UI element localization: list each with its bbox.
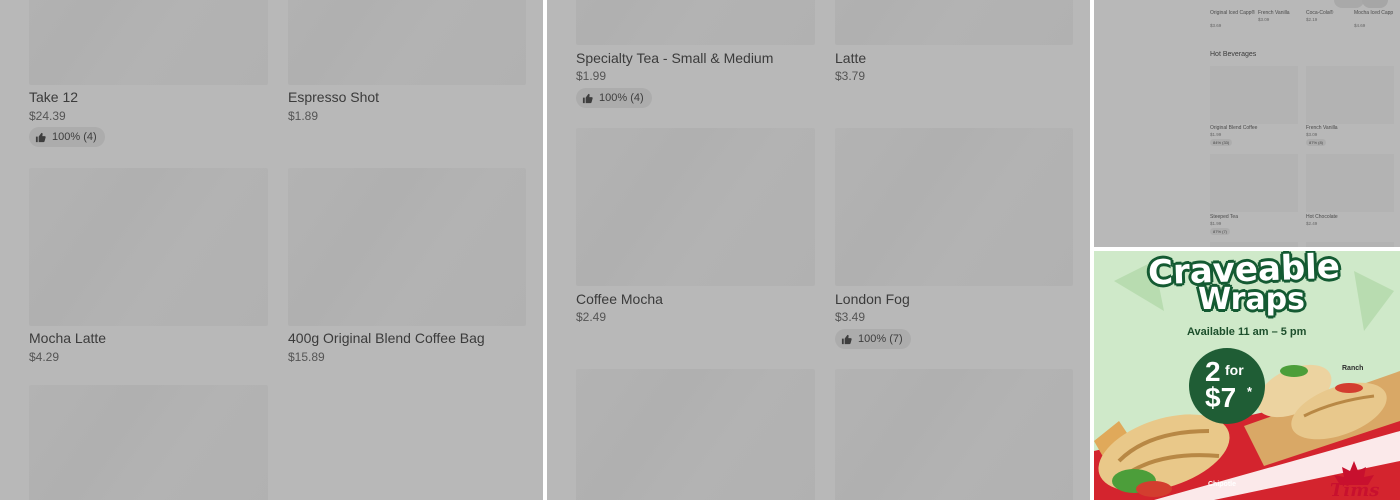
mini-item-price: $2.19 — [1306, 17, 1318, 22]
item-name: Latte — [835, 50, 867, 66]
item-name: London Fog — [835, 291, 910, 307]
item-image-placeholder[interactable] — [29, 385, 268, 500]
rating-badge: 100% (7) — [835, 329, 911, 349]
deal-asterisk: * — [1247, 384, 1253, 399]
mini-item-price: $3.69 — [1210, 23, 1222, 28]
promo-title-line2: Wraps — [1198, 282, 1305, 317]
rating-text: 100% (4) — [52, 131, 97, 143]
item-image-placeholder[interactable] — [1210, 66, 1298, 124]
item-image-placeholder[interactable] — [576, 369, 815, 500]
rating-badge: 100% (4) — [29, 127, 105, 147]
mini-item-price: $2.49 — [1306, 221, 1318, 226]
deal-price: $7 — [1205, 382, 1237, 413]
item-image-placeholder[interactable] — [1210, 154, 1298, 212]
item-name: Coffee Mocha — [576, 291, 663, 307]
item-image-placeholder[interactable] — [576, 0, 815, 45]
rating-badge: 87% (7) — [1210, 228, 1231, 235]
thumbs-up-icon — [582, 93, 593, 103]
item-image-placeholder[interactable] — [835, 369, 1073, 500]
rating-badge: 87% (8) — [1306, 139, 1327, 146]
item-price: $3.49 — [835, 310, 866, 324]
item-price: $2.49 — [576, 310, 607, 324]
item-image-placeholder[interactable] — [576, 128, 815, 286]
mini-item-price: $4.69 — [1354, 23, 1366, 28]
mini-item-price: $1.99 — [1210, 221, 1222, 226]
tims-logo: Tims — [1330, 480, 1380, 500]
item-name: Take 12 — [29, 89, 79, 105]
item-name: 400g Original Blend Coffee Bag — [288, 330, 485, 346]
rating-text: 100% (7) — [858, 333, 903, 345]
mini-item-price: $1.99 — [1210, 132, 1222, 137]
thumbs-up-icon — [841, 334, 852, 344]
flavor-label-chipotle: Chipotle — [1208, 481, 1236, 488]
menu-panel-left: Take 12 $24.39 100% (4) Espresso Shot $1… — [0, 0, 543, 500]
item-price: $4.29 — [29, 350, 60, 364]
item-price: $1.89 — [288, 109, 319, 123]
item-price: $1.99 — [576, 69, 607, 83]
mini-item-name: French Vanilla — [1258, 10, 1290, 16]
item-image-placeholder[interactable] — [1306, 242, 1394, 247]
item-image-placeholder[interactable] — [1210, 242, 1298, 247]
item-image-placeholder[interactable] — [29, 0, 268, 85]
mini-item-name: Mocha Iced Capp — [1354, 10, 1394, 16]
menu-panel-middle: Specialty Tea - Small & Medium $1.99 100… — [547, 0, 1090, 500]
item-price: $15.89 — [288, 350, 325, 364]
item-image-placeholder[interactable] — [29, 168, 268, 326]
item-name: Espresso Shot — [288, 89, 380, 105]
mini-item-name: Original Iced Capp® — [1210, 10, 1256, 16]
item-image-placeholder[interactable] — [1306, 66, 1394, 124]
item-thumbnail — [1362, 0, 1388, 8]
item-price: $3.79 — [835, 69, 866, 83]
deal-badge: 2 for $7 * — [1189, 348, 1265, 424]
rating-text: 100% (4) — [599, 92, 644, 104]
item-image-placeholder[interactable] — [288, 0, 526, 85]
thumbs-up-icon — [35, 132, 46, 142]
mini-item-price: $3.09 — [1306, 132, 1318, 137]
mini-item-name: French Vanilla — [1306, 125, 1338, 131]
item-image-placeholder[interactable] — [835, 128, 1073, 286]
flavor-label-ranch: Ranch — [1342, 365, 1364, 372]
rating-badge: 100% (4) — [576, 88, 652, 108]
mini-item-name: Hot Chocolate — [1306, 214, 1338, 220]
item-image-placeholder[interactable] — [1306, 154, 1394, 212]
item-name: Specialty Tea - Small & Medium — [576, 50, 774, 66]
rating-badge: 84% (33) — [1210, 139, 1233, 146]
item-image-placeholder[interactable] — [835, 0, 1073, 45]
mini-item-name: Steeped Tea — [1210, 214, 1238, 220]
item-price: $24.39 — [29, 109, 66, 123]
mini-item-name: Coca-Cola® — [1306, 10, 1334, 16]
mini-menu-panel: Original Iced Capp® $3.69 French Vanilla… — [1094, 0, 1400, 247]
item-thumbnail — [1334, 0, 1364, 8]
item-image-placeholder[interactable] — [288, 168, 526, 326]
deal-for-text: for — [1225, 362, 1244, 378]
section-heading: Hot Beverages — [1210, 51, 1257, 58]
promo-banner[interactable]: Craveable Wraps Available 11 am – 5 pm 2… — [1094, 251, 1400, 500]
item-name: Mocha Latte — [29, 330, 107, 346]
mini-item-price: $3.09 — [1258, 17, 1270, 22]
mini-item-name: Original Blend Coffee — [1210, 125, 1258, 131]
promo-availability: Available 11 am – 5 pm — [1187, 326, 1307, 338]
